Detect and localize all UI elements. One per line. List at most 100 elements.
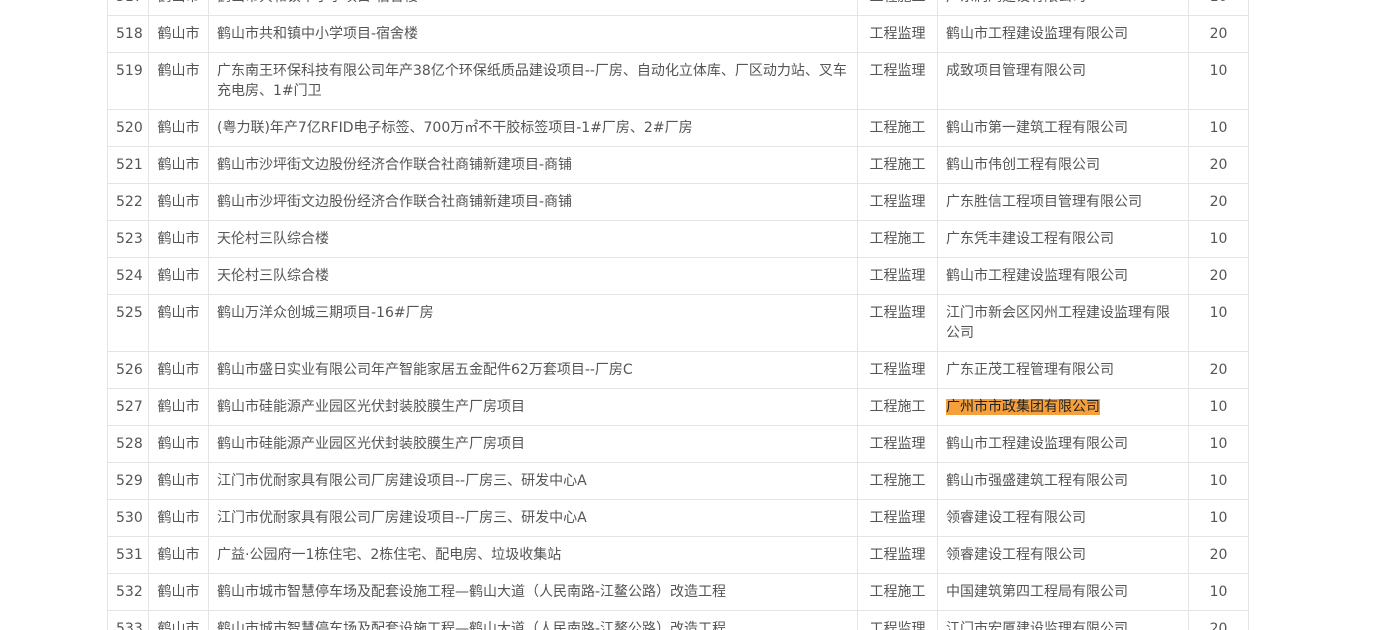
city-cell: 鹤山市 bbox=[148, 109, 209, 147]
company-cell: 成致项目管理有限公司 bbox=[937, 52, 1189, 110]
table-row: 528 鹤山市 鹤山市硅能源产业园区光伏封装胶膜生产厂房项目 工程监理 鹤山市工程建设监… bbox=[107, 425, 1249, 463]
work-type-cell: 工程监理 bbox=[857, 425, 938, 463]
table-row: 525 鹤山市 鹤山万洋众创城三期项目-16#厂房 工程监理 江门市新会区冈州工程建设监… bbox=[107, 294, 1249, 352]
score-cell: 10 bbox=[1188, 499, 1249, 537]
table-row: 523 鹤山市 天伦村三队综合楼 工程施工 广东凭丰建设工程有限公司 10 bbox=[107, 220, 1249, 258]
table-row: 529 鹤山市 江门市优耐家具有限公司厂房建设项目--厂房三、研发中心A 工程施工 鹤山… bbox=[107, 462, 1249, 500]
work-type-cell: 工程监理 bbox=[857, 294, 938, 352]
company-cell: 广东凭丰建设工程有限公司 bbox=[937, 220, 1189, 258]
project-name-cell: (粤力联)年产7亿RFID电子标签、700万㎡不干胶标签项目-1#厂房、2#厂房 bbox=[208, 109, 858, 147]
project-name-cell: 鹤山市盛日实业有限公司年产智能家居五金配件62万套项目--厂房C bbox=[208, 351, 858, 389]
city-cell: 鹤山市 bbox=[148, 425, 209, 463]
project-name-cell: 鹤山万洋众创城三期项目-16#厂房 bbox=[208, 294, 858, 352]
company-cell: 鹤山市伟创工程有限公司 bbox=[937, 146, 1189, 184]
table-row: 531 鹤山市 广益·公园府一1栋住宅、2栋住宅、配电房、垃圾收集站 工程监理 领睿建设… bbox=[107, 536, 1249, 574]
work-type-cell: 工程监理 bbox=[857, 183, 938, 221]
score-cell: 10 bbox=[1188, 294, 1249, 352]
highlighted-company: 广州市市政集团有限公司 bbox=[946, 399, 1100, 415]
project-name-cell: 鹤山市硅能源产业园区光伏封装胶膜生产厂房项目 bbox=[208, 425, 858, 463]
company-cell: 广东润鸿建设有限公司 bbox=[937, 0, 1189, 16]
project-name-cell: 天伦村三队综合楼 bbox=[208, 220, 858, 258]
row-number: 530 bbox=[107, 499, 149, 537]
company-cell: 鹤山市工程建设监理有限公司 bbox=[937, 257, 1189, 295]
project-name-cell: 广益·公园府一1栋住宅、2栋住宅、配电房、垃圾收集站 bbox=[208, 536, 858, 574]
project-name-cell: 天伦村三队综合楼 bbox=[208, 257, 858, 295]
row-number: 525 bbox=[107, 294, 149, 352]
work-type-cell: 工程施工 bbox=[857, 388, 938, 426]
row-number: 517 bbox=[107, 0, 149, 16]
row-number: 518 bbox=[107, 15, 149, 53]
score-cell: 20 bbox=[1188, 536, 1249, 574]
city-cell: 鹤山市 bbox=[148, 183, 209, 221]
work-type-cell: 工程监理 bbox=[857, 52, 938, 110]
score-cell: 10 bbox=[1188, 462, 1249, 500]
city-cell: 鹤山市 bbox=[148, 0, 209, 16]
company-cell: 中国建筑第四工程局有限公司 bbox=[937, 573, 1189, 611]
work-type-cell: 工程监理 bbox=[857, 499, 938, 537]
city-cell: 鹤山市 bbox=[148, 499, 209, 537]
score-cell: 10 bbox=[1188, 109, 1249, 147]
row-number: 532 bbox=[107, 573, 149, 611]
table-row: 520 鹤山市 (粤力联)年产7亿RFID电子标签、700万㎡不干胶标签项目-1#厂… bbox=[107, 109, 1249, 147]
work-type-cell: 工程施工 bbox=[857, 146, 938, 184]
city-cell: 鹤山市 bbox=[148, 351, 209, 389]
row-number: 523 bbox=[107, 220, 149, 258]
row-number: 520 bbox=[107, 109, 149, 147]
table-row: 518 鹤山市 鹤山市共和镇中小学项目-宿舍楼 工程监理 鹤山市工程建设监理有限公司 20 bbox=[107, 15, 1249, 53]
score-cell: 10 bbox=[1188, 0, 1249, 16]
project-name-cell: 鹤山市共和镇中小学项目-宿舍楼 bbox=[208, 15, 858, 53]
table-row: 527 鹤山市 鹤山市硅能源产业园区光伏封装胶膜生产厂房项目 工程施工 广州市市政集团有… bbox=[107, 388, 1249, 426]
row-number: 524 bbox=[107, 257, 149, 295]
work-type-cell: 工程监理 bbox=[857, 15, 938, 53]
work-type-cell: 工程施工 bbox=[857, 0, 938, 16]
table-row: 519 鹤山市 广东南王环保科技有限公司年产38亿个环保纸质品建设项目--厂房、自动… bbox=[107, 52, 1249, 110]
company-cell: 广东胜信工程项目管理有限公司 bbox=[937, 183, 1189, 221]
score-cell: 10 bbox=[1188, 425, 1249, 463]
project-name-cell: 鹤山市共和镇中小学项目-宿舍楼 bbox=[208, 0, 858, 16]
work-type-cell: 工程施工 bbox=[857, 573, 938, 611]
score-cell: 20 bbox=[1188, 257, 1249, 295]
row-number: 522 bbox=[107, 183, 149, 221]
score-cell: 20 bbox=[1188, 610, 1249, 630]
score-cell: 10 bbox=[1188, 52, 1249, 110]
company-cell: 广东正茂工程管理有限公司 bbox=[937, 351, 1189, 389]
row-number: 527 bbox=[107, 388, 149, 426]
score-cell: 20 bbox=[1188, 15, 1249, 53]
company-cell: 江门市宏厦建设监理有限公司 bbox=[937, 610, 1189, 630]
company-cell: 鹤山市第一建筑工程有限公司 bbox=[937, 109, 1189, 147]
table-row: 517鹤山市鹤山市共和镇中小学项目-宿舍楼工程施工广东润鸿建设有限公司10 bbox=[107, 0, 1249, 16]
city-cell: 鹤山市 bbox=[148, 146, 209, 184]
score-cell: 10 bbox=[1188, 220, 1249, 258]
row-number: 531 bbox=[107, 536, 149, 574]
company-cell: 江门市新会区冈州工程建设监理有限公司 bbox=[937, 294, 1189, 352]
city-cell: 鹤山市 bbox=[148, 536, 209, 574]
project-name-cell: 广东南王环保科技有限公司年产38亿个环保纸质品建设项目--厂房、自动化立体库、厂… bbox=[208, 52, 858, 110]
project-name-cell: 江门市优耐家具有限公司厂房建设项目--厂房三、研发中心A bbox=[208, 499, 858, 537]
work-type-cell: 工程施工 bbox=[857, 220, 938, 258]
table-row: 532 鹤山市 鹤山市城市智慧停车场及配套设施工程—鹤山大道（人民南路-江鳌公路）改… bbox=[107, 573, 1249, 611]
project-name-cell: 鹤山市沙坪街文边股份经济合作联合社商铺新建项目-商铺 bbox=[208, 183, 858, 221]
city-cell: 鹤山市 bbox=[148, 15, 209, 53]
work-type-cell: 工程监理 bbox=[857, 257, 938, 295]
row-number: 529 bbox=[107, 462, 149, 500]
row-number: 528 bbox=[107, 425, 149, 463]
project-name-cell: 江门市优耐家具有限公司厂房建设项目--厂房三、研发中心A bbox=[208, 462, 858, 500]
page: 517鹤山市鹤山市共和镇中小学项目-宿舍楼工程施工广东润鸿建设有限公司10518… bbox=[0, 0, 1378, 630]
city-cell: 鹤山市 bbox=[148, 294, 209, 352]
company-cell: 鹤山市强盛建筑工程有限公司 bbox=[937, 462, 1189, 500]
city-cell: 鹤山市 bbox=[148, 52, 209, 110]
score-cell: 20 bbox=[1188, 146, 1249, 184]
row-number: 521 bbox=[107, 146, 149, 184]
table-row: 526 鹤山市 鹤山市盛日实业有限公司年产智能家居五金配件62万套项目--厂房C 工程… bbox=[107, 351, 1249, 389]
company-cell: 领睿建设工程有限公司 bbox=[937, 499, 1189, 537]
row-number: 519 bbox=[107, 52, 149, 110]
table-row: 533 鹤山市 鹤山市城市智慧停车场及配套设施工程—鹤山大道（人民南路-江鳌公路）改… bbox=[107, 610, 1249, 630]
work-type-cell: 工程监理 bbox=[857, 351, 938, 389]
city-cell: 鹤山市 bbox=[148, 573, 209, 611]
row-number: 526 bbox=[107, 351, 149, 389]
work-type-cell: 工程施工 bbox=[857, 462, 938, 500]
company-cell: 广州市市政集团有限公司 bbox=[937, 388, 1189, 426]
table-row: 530 鹤山市 江门市优耐家具有限公司厂房建设项目--厂房三、研发中心A 工程监理 领睿… bbox=[107, 499, 1249, 537]
score-cell: 20 bbox=[1188, 351, 1249, 389]
project-name-cell: 鹤山市城市智慧停车场及配套设施工程—鹤山大道（人民南路-江鳌公路）改造工程 bbox=[208, 610, 858, 630]
